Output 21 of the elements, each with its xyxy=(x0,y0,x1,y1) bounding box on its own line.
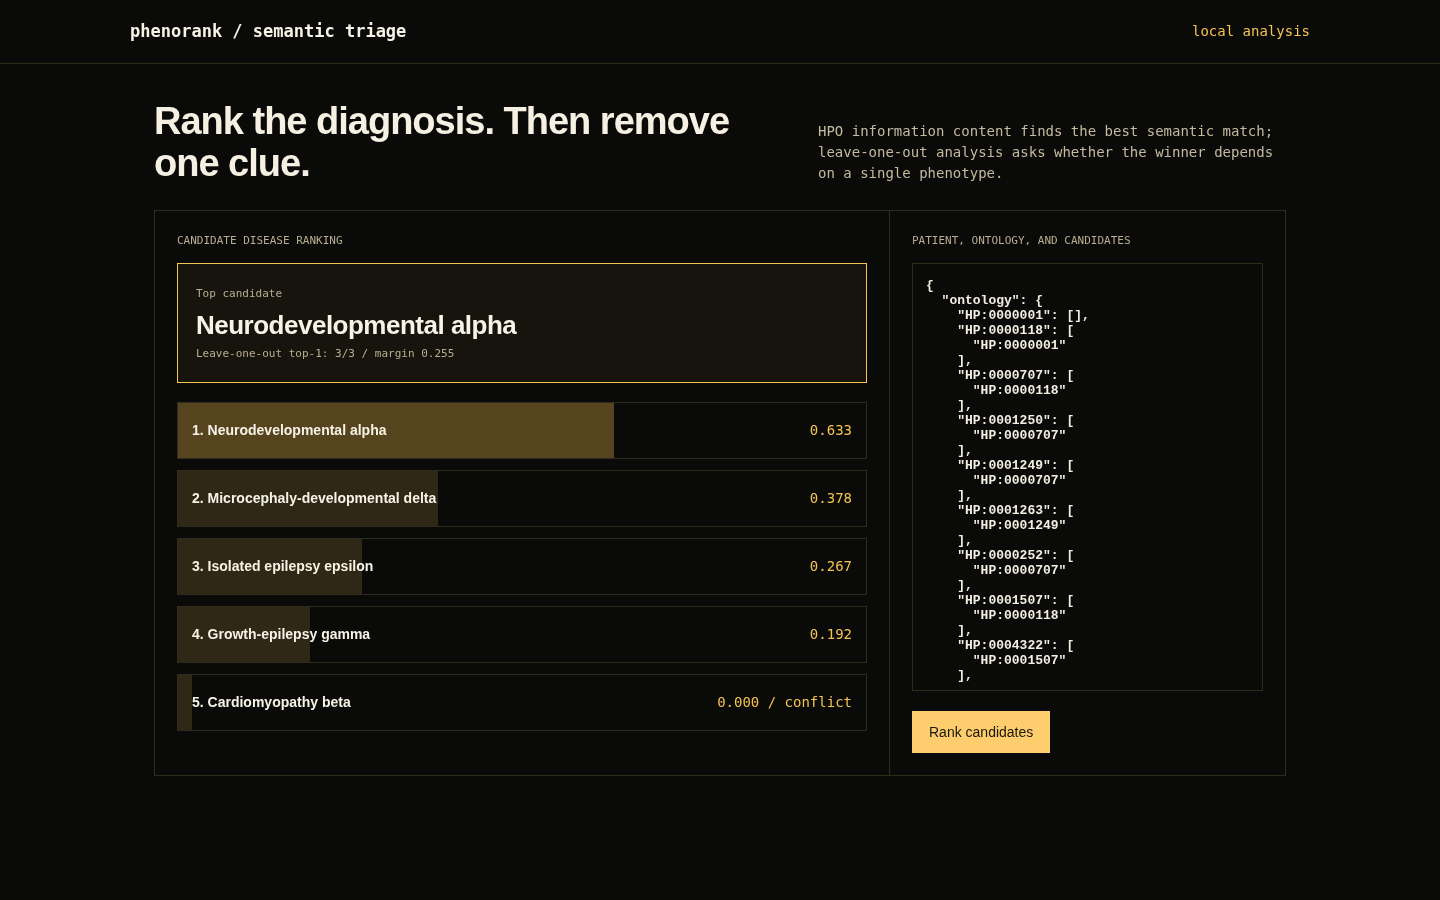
candidate-name: 1. Neurodevelopmental alpha xyxy=(192,421,387,440)
candidate-score: 0.000 / conflict xyxy=(717,693,852,712)
json-input-field[interactable]: { "ontology": { "HP:0000001": [], "HP:0000118": [ "HP:0000001" ], "HP:0000707": [ "HP:0000118" ], "HP:0001250": [ "HP:0000707" ], "HP:0001249": [ "HP:0000707" ], "HP:0001263": [ "HP:0001249" ], "HP:0000252": [ "HP:0000707" ], "HP:0001507": [ "HP:0000118" ], "HP:0004322": [ "HP:0001507" ], xyxy=(912,263,1263,691)
candidate-score: 0.192 xyxy=(809,625,852,644)
page-title: Rank the diagnosis. Then remove one clue. xyxy=(154,100,731,184)
candidate-name: 4. Growth-epilepsy gamma xyxy=(192,625,371,644)
candidate-summary: Leave-one-out top-1: 3/3 / margin 0.255 xyxy=(196,346,456,362)
mode-label: local analysis xyxy=(1192,22,1310,41)
candidate-name: 2. Microcephaly-developmental delta xyxy=(192,489,437,508)
rank-button[interactable]: Rank candidates xyxy=(912,711,1051,753)
section-heading: PATIENT, ONTOLOGY, AND CANDIDATES xyxy=(912,233,1132,249)
candidate-name: Neurodevelopmental alpha xyxy=(196,309,518,341)
candidate-score: 0.633 xyxy=(809,421,852,440)
candidate-name: 3. Isolated epilepsy epsilon xyxy=(192,557,374,576)
brand-title: phenorank / semantic triage xyxy=(130,19,407,43)
candidate-score: 0.378 xyxy=(809,489,852,508)
section-heading: CANDIDATE DISEASE RANKING xyxy=(177,233,344,249)
intro-text: HPO information content finds the best semantic match; leave-one-out analysis asks whether the winner depends on a single phenotype. xyxy=(818,122,1275,183)
card-label: Top candidate xyxy=(196,286,284,302)
candidate-score: 0.267 xyxy=(809,557,852,576)
candidate-name: 5. Cardiomyopathy beta xyxy=(192,693,351,712)
